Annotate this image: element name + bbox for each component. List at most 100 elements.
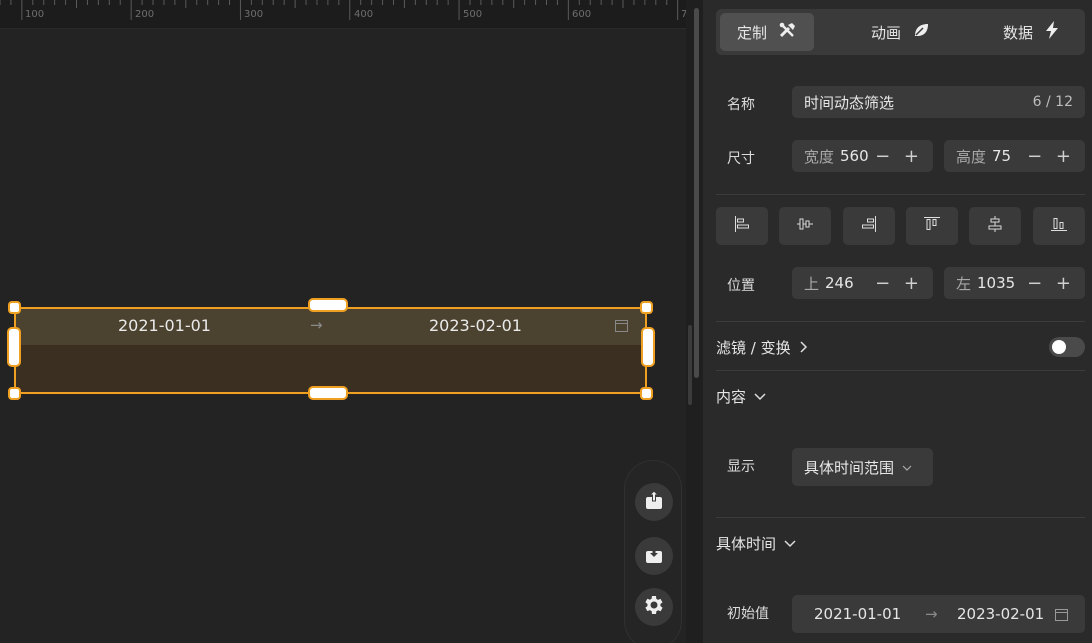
- resize-handle-top-right[interactable]: [640, 301, 653, 314]
- height-value: 75: [992, 147, 1012, 165]
- content-label: 内容: [716, 388, 747, 406]
- initial-end-date[interactable]: 2023-02-01: [957, 605, 1044, 623]
- editor-canvas[interactable]: 100 200 300 400 500 600 700 2021-01-01 →…: [0, 0, 703, 643]
- calendar-icon[interactable]: [1055, 607, 1068, 625]
- ruler-label: 100: [25, 9, 45, 20]
- import-button[interactable]: [635, 537, 673, 575]
- display-select[interactable]: 具体时间范围: [792, 448, 933, 486]
- align-right-icon: [860, 215, 878, 237]
- height-stepper[interactable]: 高度 75 − +: [944, 140, 1085, 172]
- top-prefix: 上: [804, 274, 820, 293]
- align-left-button[interactable]: [716, 207, 768, 245]
- align-top-icon: [923, 215, 941, 237]
- scrollbar-thumb[interactable]: [694, 8, 699, 378]
- align-center-v-button[interactable]: [969, 207, 1021, 245]
- size-label: 尺寸: [727, 151, 755, 167]
- bolt-icon: [1045, 21, 1059, 43]
- align-bottom-icon: [1050, 215, 1068, 237]
- filter-section-header[interactable]: 滤镜 / 变换: [716, 337, 809, 358]
- left-value: 1035: [977, 274, 1016, 292]
- ruler-label: 600: [572, 9, 592, 20]
- align-bottom-button[interactable]: [1033, 207, 1085, 245]
- leaf-icon: [913, 22, 929, 42]
- resize-handle-right[interactable]: [641, 327, 655, 367]
- align-right-button[interactable]: [843, 207, 895, 245]
- toggle-knob: [1052, 340, 1066, 354]
- initial-start-date[interactable]: 2021-01-01: [814, 605, 901, 623]
- height-stepper-buttons[interactable]: − +: [1027, 146, 1075, 167]
- top-stepper[interactable]: 上 246 − +: [792, 267, 933, 299]
- divider: [716, 370, 1085, 371]
- scrollbar-thumb-secondary[interactable]: [688, 325, 692, 405]
- resize-handle-bottom-right[interactable]: [640, 387, 653, 400]
- top-stepper-buttons[interactable]: − +: [875, 273, 923, 294]
- initial-value-label: 初始值: [727, 606, 769, 622]
- specific-time-section-header[interactable]: 具体时间: [716, 533, 796, 554]
- tools-icon: [779, 22, 797, 42]
- date-range-bar: [14, 308, 646, 345]
- name-label: 名称: [727, 97, 755, 113]
- chevron-down-icon: [902, 458, 912, 476]
- resize-handle-top[interactable]: [308, 298, 348, 312]
- settings-button[interactable]: [635, 588, 673, 626]
- align-center-h-button[interactable]: [779, 207, 831, 245]
- display-value: 具体时间范围: [804, 458, 895, 477]
- name-value: 时间动态筛选: [804, 93, 895, 112]
- align-center-h-icon: [796, 215, 814, 237]
- widget-end-date[interactable]: 2023-02-01: [429, 316, 522, 335]
- ruler-label: 200: [135, 9, 155, 20]
- gear-icon: [642, 593, 666, 621]
- resize-handle-top-left[interactable]: [8, 301, 21, 314]
- floating-toolbar: [624, 460, 682, 643]
- chevron-down-icon: [754, 388, 766, 406]
- filter-label: 滤镜 / 变换: [716, 339, 791, 357]
- width-value: 560: [840, 147, 869, 165]
- tab-label: 动画: [870, 23, 901, 42]
- divider: [716, 321, 1085, 322]
- divider: [716, 194, 1085, 195]
- export-button[interactable]: [635, 483, 673, 521]
- calendar-icon[interactable]: [615, 319, 628, 336]
- width-stepper[interactable]: 宽度 560 − +: [792, 140, 933, 172]
- divider: [716, 517, 1085, 518]
- arrow-right-icon: →: [925, 605, 938, 623]
- left-stepper[interactable]: 左 1035 − +: [944, 267, 1085, 299]
- position-label: 位置: [727, 278, 755, 294]
- tab-label: 定制: [736, 23, 767, 42]
- filter-toggle[interactable]: [1049, 337, 1085, 357]
- resize-handle-bottom-left[interactable]: [8, 387, 21, 400]
- left-stepper-buttons[interactable]: − +: [1027, 273, 1075, 294]
- ruler-label: 300: [244, 9, 264, 20]
- specific-time-label: 具体时间: [716, 535, 777, 553]
- width-stepper-buttons[interactable]: − +: [875, 146, 923, 167]
- top-value: 246: [825, 274, 854, 292]
- widget-start-date[interactable]: 2021-01-01: [118, 316, 211, 335]
- align-top-button[interactable]: [906, 207, 958, 245]
- left-prefix: 左: [956, 274, 972, 293]
- content-section-header[interactable]: 内容: [716, 386, 766, 407]
- share-icon: [644, 490, 664, 514]
- panel-tabs: 定制 动画 数据: [716, 9, 1085, 55]
- download-icon: [644, 544, 664, 568]
- ruler-label: 500: [463, 9, 483, 20]
- name-input[interactable]: 时间动态筛选 6 / 12: [792, 86, 1085, 118]
- initial-date-range-picker[interactable]: 2021-01-01 → 2023-02-01: [792, 595, 1085, 633]
- tab-data[interactable]: 数据: [984, 13, 1078, 51]
- chevron-right-icon: [799, 339, 809, 357]
- date-range-widget[interactable]: 2021-01-01 → 2023-02-01: [14, 308, 646, 394]
- ruler-label: 400: [354, 9, 374, 20]
- properties-panel: 定制 动画 数据 名称 时间动态筛选 6 / 12 尺寸 宽度 560 − +: [703, 0, 1092, 643]
- name-char-count: 6 / 12: [1032, 94, 1073, 110]
- resize-handle-left[interactable]: [7, 327, 21, 367]
- horizontal-ruler: 100 200 300 400 500 600 700: [0, 0, 703, 29]
- tab-label: 数据: [1002, 23, 1033, 42]
- resize-handle-bottom[interactable]: [308, 386, 348, 400]
- chevron-down-icon: [784, 535, 796, 553]
- height-prefix: 高度: [956, 147, 987, 166]
- tab-animation[interactable]: 动画: [853, 13, 947, 51]
- canvas-scrollbar[interactable]: [686, 0, 703, 643]
- align-left-icon: [733, 215, 751, 237]
- tab-customize[interactable]: 定制: [720, 13, 814, 51]
- arrow-right-icon: →: [310, 316, 323, 334]
- display-label: 显示: [727, 459, 755, 475]
